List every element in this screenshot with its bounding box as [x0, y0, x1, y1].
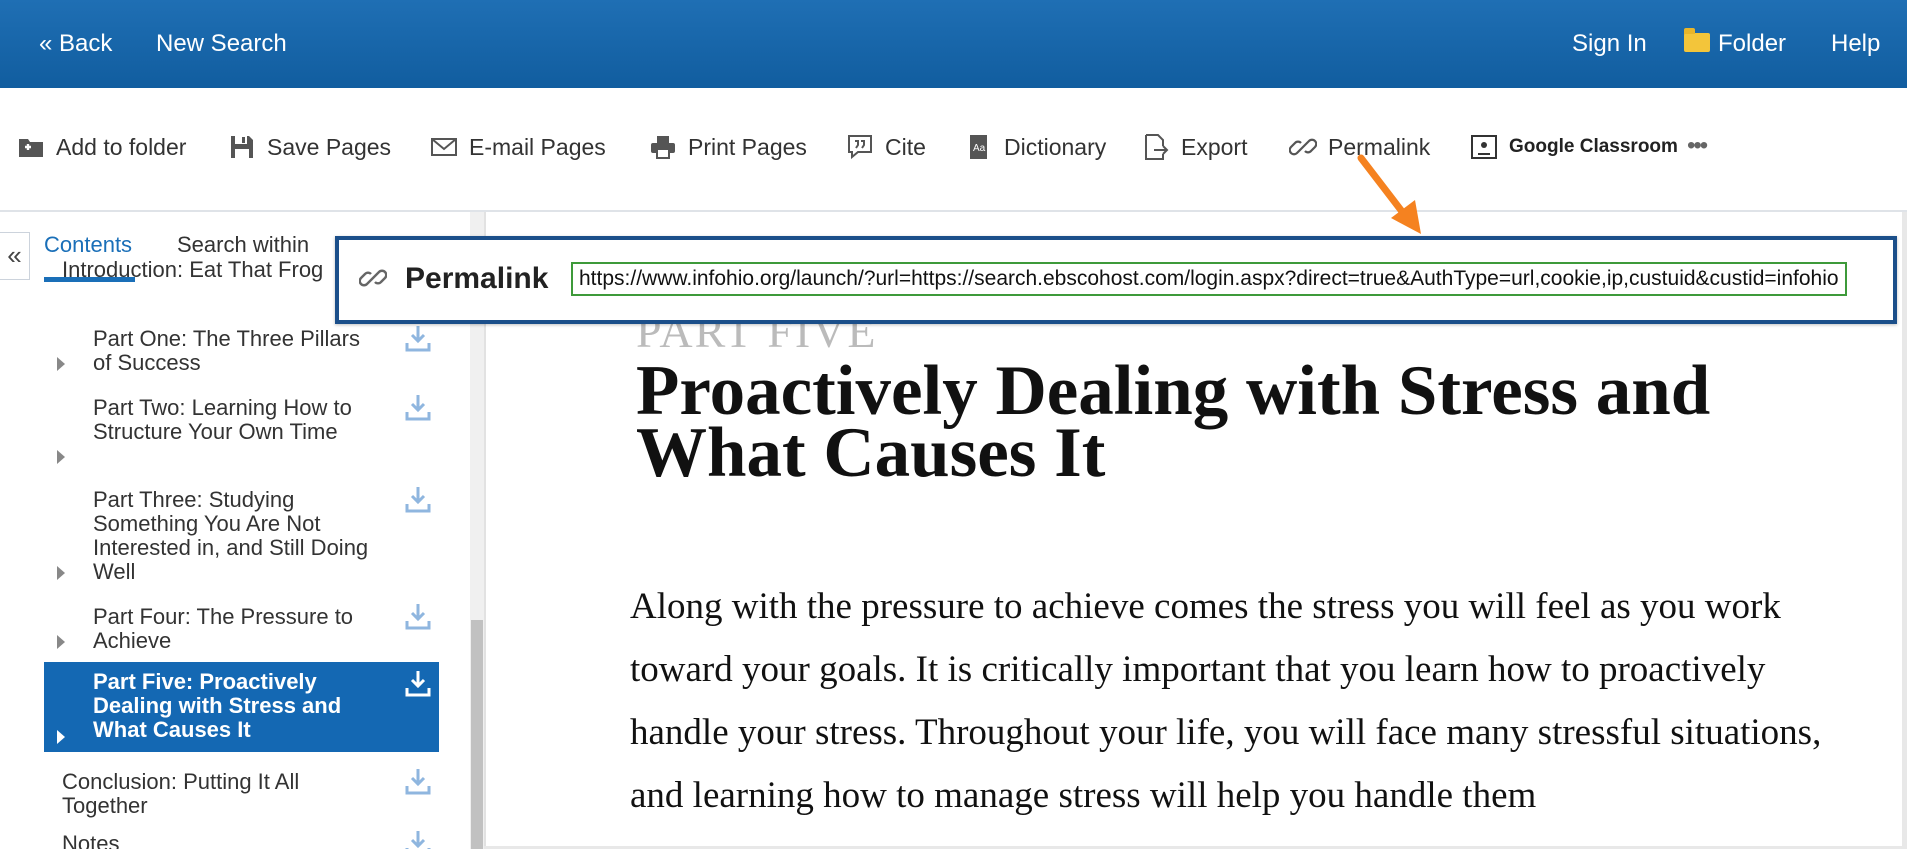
chapter-title: Proactively Dealing with Stress and What… [636, 352, 1711, 492]
dictionary-book-icon: Aa [970, 135, 987, 159]
expand-caret-icon[interactable] [57, 566, 65, 580]
download-icon[interactable] [404, 323, 432, 353]
toc-item[interactable]: Part Five: Proactively Dealing with Stre… [44, 662, 439, 752]
active-tab-indicator [44, 277, 135, 282]
download-icon[interactable] [404, 392, 432, 422]
download-icon[interactable] [404, 484, 432, 514]
dictionary-button[interactable]: Aa Dictionary [965, 132, 1106, 162]
google-classroom-label: Google Classroom [1509, 136, 1678, 157]
download-icon[interactable] [404, 601, 432, 631]
printer-icon [651, 136, 675, 159]
tab-contents[interactable]: Contents [44, 232, 132, 258]
envelope-icon [431, 138, 457, 156]
add-to-folder-button[interactable]: Add to folder [17, 132, 186, 162]
export-label: Export [1181, 133, 1248, 160]
expand-caret-icon[interactable] [57, 450, 65, 464]
viewer-scrollbar[interactable] [1902, 212, 1907, 849]
top-navigation-bar: « Back New Search Sign In Folder Help [0, 0, 1907, 88]
quote-bubble-icon [848, 135, 872, 160]
cite-button[interactable]: Cite [846, 132, 926, 162]
toc-item[interactable]: Part Four: The Pressure to Achieve [44, 604, 439, 657]
toc-item[interactable]: Part Three: Studying Something You Are N… [44, 487, 439, 588]
email-pages-button[interactable]: E-mail Pages [430, 132, 606, 162]
folder-link[interactable]: Folder [1684, 28, 1787, 58]
email-pages-label: E-mail Pages [469, 133, 606, 160]
add-to-folder-label: Add to folder [56, 133, 187, 160]
toc-item-title: Part Three: Studying Something You Are N… [93, 487, 369, 584]
google-classroom-button[interactable]: Google Classroom [1470, 132, 1678, 162]
more-options-button[interactable]: ••• [1687, 132, 1708, 160]
tab-search-within[interactable]: Search within [177, 232, 309, 258]
save-pages-button[interactable]: Save Pages [228, 132, 391, 162]
chapter-body-text: Along with the pressure to achieve comes… [630, 586, 1822, 816]
link-icon [1289, 138, 1317, 156]
download-icon[interactable] [404, 668, 432, 698]
expand-caret-icon[interactable] [57, 635, 65, 649]
folder-plus-icon [19, 139, 43, 157]
back-link[interactable]: « Back [39, 30, 112, 58]
toc-item-title: Part One: The Three Pillars of Success [93, 326, 360, 375]
permalink-popup: Permalink [335, 236, 1897, 324]
permalink-url-field[interactable] [571, 262, 1847, 296]
toc-item-title: Part Four: The Pressure to Achieve [93, 604, 354, 653]
annotation-arrow-icon [1357, 154, 1421, 234]
sidebar-scrollbar-thumb[interactable] [471, 620, 483, 849]
dictionary-label: Dictionary [1004, 133, 1107, 160]
print-pages-button[interactable]: Print Pages [649, 132, 807, 162]
sign-in-link[interactable]: Sign In [1572, 30, 1647, 58]
new-search-link[interactable]: New Search [156, 30, 287, 58]
cite-label: Cite [885, 133, 926, 160]
floppy-disk-icon [231, 136, 253, 158]
link-icon [359, 269, 387, 287]
google-classroom-icon [1471, 135, 1497, 159]
svg-text:Aa: Aa [973, 143, 986, 154]
expand-caret-icon[interactable] [57, 357, 65, 371]
document-toolbar: Add to folder Save Pages E-mail Pages Pr… [0, 88, 1907, 210]
toc-item-title: Part Two: Learning How to Structure Your… [93, 395, 352, 444]
toc-item-title: Part Five: Proactively Dealing with Stre… [93, 669, 342, 742]
download-icon[interactable] [404, 828, 432, 849]
toc-item[interactable]: Notes [44, 831, 439, 849]
export-button[interactable]: Export [1142, 132, 1247, 162]
download-icon[interactable] [404, 766, 432, 796]
export-document-icon [1145, 134, 1169, 160]
expand-caret-icon[interactable] [57, 730, 65, 744]
print-pages-label: Print Pages [688, 133, 807, 160]
toc-item[interactable]: Part One: The Three Pillars of Success [44, 326, 439, 379]
folder-icon [1684, 28, 1710, 52]
toc-item-title: Notes [62, 831, 120, 849]
toc-item[interactable]: Part Two: Learning How to Structure Your… [44, 395, 439, 472]
help-link[interactable]: Help [1831, 30, 1880, 58]
collapse-sidebar-button[interactable]: « [0, 232, 30, 280]
permalink-popup-label: Permalink [405, 262, 549, 295]
toc-item[interactable]: Conclusion: Putting It All Together [44, 769, 439, 822]
toc-item-title: Conclusion: Putting It All Together [62, 769, 300, 818]
folder-link-label: Folder [1718, 30, 1787, 57]
save-pages-label: Save Pages [267, 133, 392, 160]
